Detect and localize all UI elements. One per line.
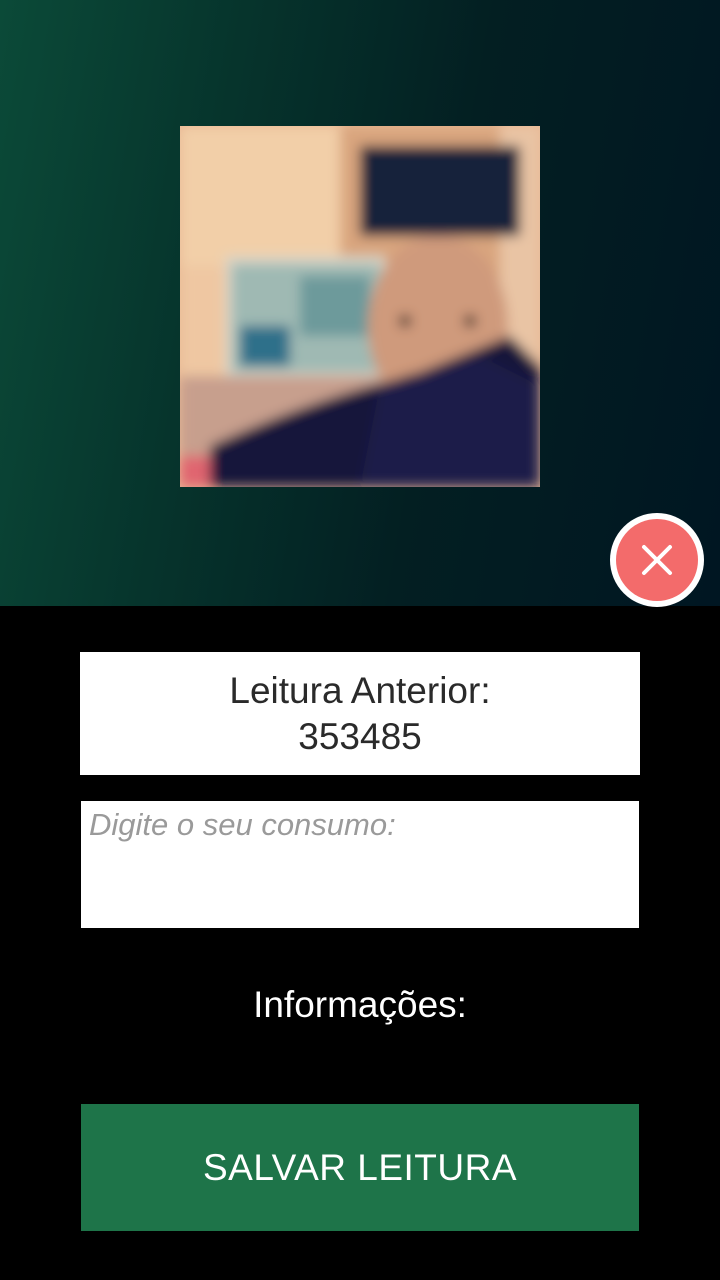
close-icon	[642, 545, 672, 575]
info-label: Informações:	[253, 984, 467, 1025]
header-background	[0, 0, 720, 606]
previous-reading-value: 353485	[298, 715, 422, 757]
app-screen: Leitura Anterior: 353485 Informações: SA…	[0, 0, 720, 1280]
previous-reading-label: Leitura Anterior:	[229, 669, 491, 711]
save-reading-button[interactable]: SALVAR LEITURA	[81, 1104, 639, 1231]
consumption-input[interactable]	[81, 801, 639, 928]
profile-photo	[180, 126, 540, 487]
previous-reading-box: Leitura Anterior: 353485	[80, 652, 640, 775]
close-button[interactable]	[610, 513, 704, 607]
profile-photo-image	[180, 126, 540, 487]
close-button-circle	[616, 519, 698, 601]
